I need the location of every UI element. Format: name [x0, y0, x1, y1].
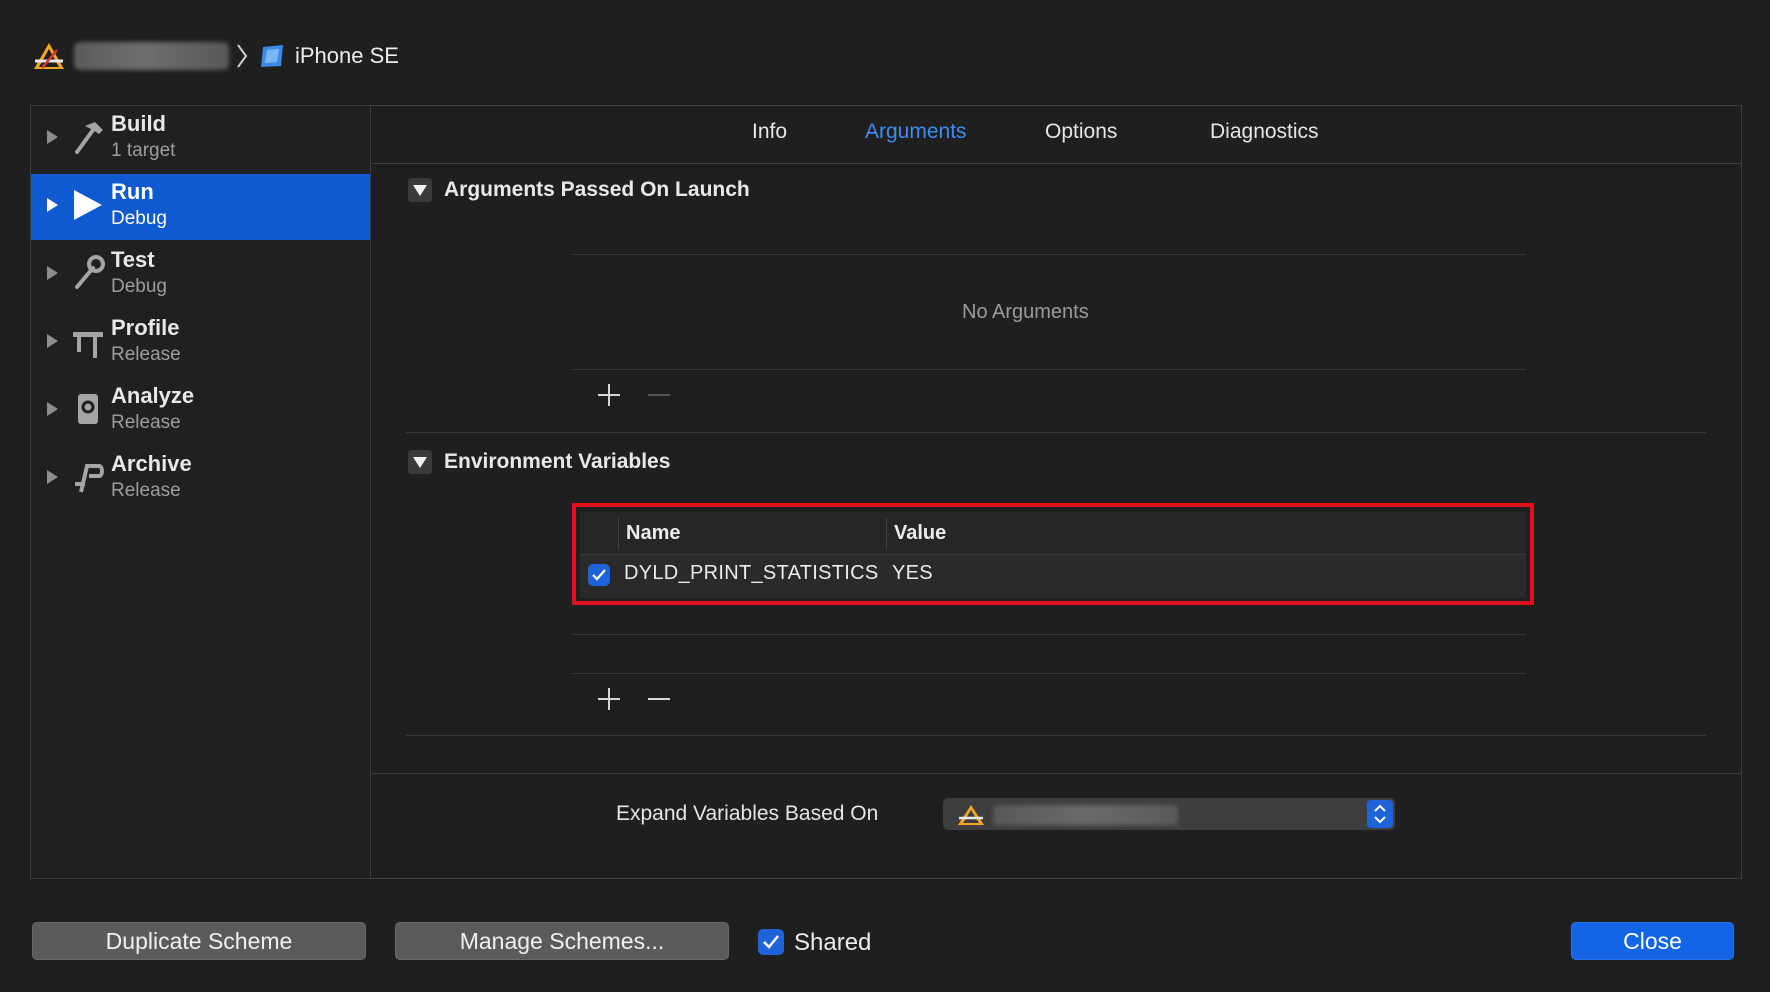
sidebar-item-profile[interactable]: Profile Release: [31, 310, 370, 376]
tab-bar: Info Arguments Options Diagnostics: [372, 106, 1742, 164]
device-label[interactable]: iPhone SE: [295, 43, 399, 69]
highlight-box: Name Value DYLD_PRINT_STATISTICS YES: [572, 503, 1534, 605]
tab-options[interactable]: Options: [1045, 120, 1117, 144]
sidebar-item-title: Build: [111, 111, 166, 136]
sidebar-item-subtitle: Debug: [111, 208, 167, 229]
scheme-content: Info Arguments Options Diagnostics Argum…: [372, 106, 1742, 878]
column-separator: [618, 518, 619, 549]
close-button[interactable]: Close: [1571, 922, 1734, 960]
disclosure-triangle-icon[interactable]: [45, 196, 59, 214]
column-separator[interactable]: [886, 518, 887, 549]
section-title: Environment Variables: [444, 450, 671, 473]
tab-diagnostics[interactable]: Diagnostics: [1210, 120, 1319, 144]
analyze-icon: [78, 394, 98, 424]
add-env-var-plus-icon[interactable]: [595, 685, 623, 713]
caliper-icon: [73, 332, 103, 358]
sidebar-item-subtitle: Release: [111, 344, 181, 365]
divider: [572, 634, 1526, 635]
divider: [572, 369, 1526, 370]
collapse-triangle-icon[interactable]: [408, 450, 432, 474]
chevron-right-icon: [237, 44, 248, 68]
scheme-editor-panel: Build 1 target Run Debug Test Debug Prof…: [30, 105, 1742, 879]
shared-label[interactable]: Shared: [794, 929, 871, 957]
column-header-value[interactable]: Value: [894, 522, 946, 545]
column-header-name[interactable]: Name: [626, 522, 680, 545]
row-enabled-checkbox[interactable]: [588, 564, 610, 586]
sidebar-item-subtitle: Debug: [111, 276, 167, 297]
manage-schemes-button[interactable]: Manage Schemes...: [395, 922, 729, 960]
device-icon: [261, 45, 283, 67]
divider: [572, 673, 1526, 674]
tab-arguments[interactable]: Arguments: [865, 120, 967, 144]
sidebar-item-title: Profile: [111, 315, 180, 340]
disclosure-triangle-icon[interactable]: [45, 468, 59, 486]
expand-variables-label: Expand Variables Based On: [616, 802, 879, 825]
xcode-app-icon: [34, 43, 64, 69]
sidebar-item-title: Run: [111, 179, 154, 204]
sidebar-item-subtitle: Release: [111, 412, 181, 433]
table-row[interactable]: DYLD_PRINT_STATISTICS YES: [580, 555, 1526, 595]
add-argument-plus-icon[interactable]: [595, 381, 623, 409]
sidebar-item-title: Archive: [111, 451, 192, 476]
collapse-triangle-icon[interactable]: [408, 178, 432, 202]
disclosure-triangle-icon[interactable]: [45, 332, 59, 350]
wrench-icon: [75, 255, 105, 289]
sidebar-item-run[interactable]: Run Debug: [31, 174, 370, 240]
tab-info[interactable]: Info: [752, 120, 787, 144]
duplicate-scheme-button[interactable]: Duplicate Scheme: [32, 922, 366, 960]
archive-icon: [75, 464, 104, 493]
checkmark-icon: [763, 935, 779, 949]
env-var-value[interactable]: YES: [892, 562, 933, 585]
sidebar-item-title: Analyze: [111, 383, 195, 408]
play-icon: [74, 190, 102, 220]
popup-stepper-icon[interactable]: [1367, 800, 1393, 828]
sidebar-item-analyze[interactable]: Analyze Release: [31, 378, 370, 444]
empty-arguments-message: No Arguments: [962, 301, 1089, 323]
scheme-action-sidebar: Build 1 target Run Debug Test Debug Prof…: [31, 106, 371, 878]
expand-variables-popup[interactable]: [943, 798, 1395, 830]
disclosure-triangle-icon[interactable]: [45, 400, 59, 418]
target-name-redacted: [993, 805, 1178, 825]
sidebar-item-test[interactable]: Test Debug: [31, 242, 370, 308]
divider: [406, 432, 1706, 433]
shared-checkbox[interactable]: [758, 929, 784, 955]
environment-variables-table: Name Value DYLD_PRINT_STATISTICS YES: [580, 512, 1526, 598]
env-var-name[interactable]: DYLD_PRINT_STATISTICS: [624, 562, 879, 585]
sidebar-item-title: Test: [111, 247, 155, 272]
table-header: Name Value: [580, 512, 1526, 555]
disclosure-triangle-icon[interactable]: [45, 128, 59, 146]
sidebar-item-build[interactable]: Build 1 target: [31, 106, 370, 172]
expand-variables-bar: Expand Variables Based On: [372, 773, 1742, 879]
sidebar-item-subtitle: 1 target: [111, 140, 176, 161]
scheme-breadcrumb: iPhone SE: [32, 38, 399, 74]
divider: [572, 254, 1526, 255]
sidebar-item-archive[interactable]: Archive Release: [31, 446, 370, 512]
remove-argument-minus-icon[interactable]: [645, 381, 673, 409]
hammer-icon: [75, 122, 103, 154]
project-name-redacted[interactable]: [74, 42, 229, 70]
checkmark-icon: [592, 569, 606, 581]
sidebar-item-subtitle: Release: [111, 480, 181, 501]
environment-section-header[interactable]: Environment Variables: [408, 448, 670, 476]
remove-env-var-minus-icon[interactable]: [645, 685, 673, 713]
xcode-app-icon: [958, 805, 984, 825]
arguments-section-header[interactable]: Arguments Passed On Launch: [408, 176, 750, 204]
divider: [406, 735, 1706, 736]
disclosure-triangle-icon[interactable]: [45, 264, 59, 282]
section-title: Arguments Passed On Launch: [444, 178, 750, 201]
